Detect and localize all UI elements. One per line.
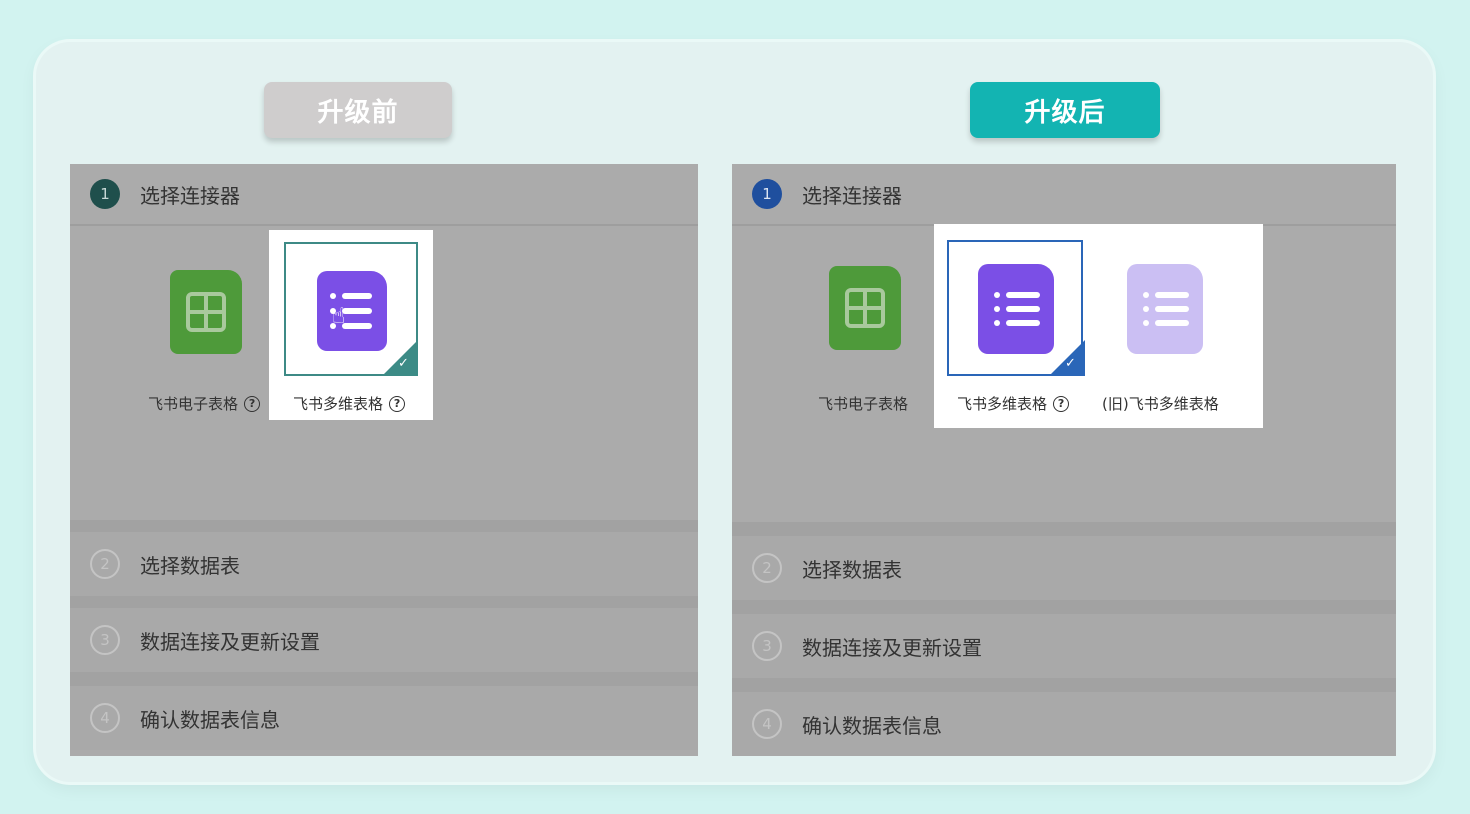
connector-name: 飞书多维表格	[957, 395, 1048, 413]
step-1-header[interactable]: 1 选择连接器	[732, 164, 1396, 226]
step-title: 选择数据表	[802, 557, 902, 582]
before-badge: 升级前	[264, 82, 452, 138]
step-number: 2	[752, 553, 782, 583]
help-icon[interactable]: ?	[1053, 395, 1070, 412]
connector-label: 飞书多维表格 ?	[957, 393, 1070, 414]
help-icon[interactable]: ?	[244, 395, 261, 412]
check-icon: ✓	[1065, 356, 1076, 371]
step-4-row[interactable]: 4 确认数据表信息	[70, 686, 698, 750]
connector-label: 飞书电子表格 ?	[148, 393, 261, 414]
step-3-row[interactable]: 3 数据连接及更新设置	[70, 608, 698, 672]
step-2-row[interactable]: 2 选择数据表	[732, 536, 1396, 600]
grid-icon	[845, 288, 885, 328]
multidimensional-table-icon	[978, 264, 1054, 354]
connector-name: 飞书多维表格	[293, 395, 384, 413]
help-icon[interactable]: ?	[389, 395, 406, 412]
spreadsheet-icon[interactable]	[170, 270, 242, 354]
hand-cursor-icon: ☝	[332, 304, 346, 329]
spreadsheet-icon[interactable]	[829, 266, 901, 350]
before-panel: 1 选择连接器 飞书电子表格 ? ☝ ✓ 飞书多维表格 ? 2 选择数据表 3 …	[70, 164, 698, 756]
connector-name: 飞书电子表格	[148, 395, 239, 413]
step-number: 4	[752, 709, 782, 739]
step-number: 3	[752, 631, 782, 661]
step-title: 选择连接器	[802, 183, 902, 208]
grid-icon	[186, 292, 226, 332]
step-title: 数据连接及更新设置	[802, 635, 982, 660]
step-3-row[interactable]: 3 数据连接及更新设置	[732, 614, 1396, 678]
step-2-row[interactable]: 2 选择数据表	[70, 532, 698, 596]
step-title: 选择数据表	[140, 553, 240, 578]
step-4-row[interactable]: 4 确认数据表信息	[732, 692, 1396, 756]
step-number: 1	[90, 179, 120, 209]
step-title: 选择连接器	[140, 183, 240, 208]
connector-name: (旧)飞书多维表格	[1102, 395, 1219, 413]
step-number: 1	[752, 179, 782, 209]
check-icon: ✓	[398, 356, 409, 371]
step-number: 2	[90, 549, 120, 579]
step-number: 4	[90, 703, 120, 733]
after-panel: 1 选择连接器 飞书电子表格 ✓ 飞书多维表格 ? (旧)飞书多维表格 2 选择…	[732, 164, 1396, 756]
step-title: 确认数据表信息	[802, 713, 942, 738]
step-1-header[interactable]: 1 选择连接器	[70, 164, 698, 226]
connector-label: 飞书多维表格 ?	[293, 393, 406, 414]
legacy-multidimensional-table-icon[interactable]	[1127, 264, 1203, 354]
step-title: 数据连接及更新设置	[140, 629, 320, 654]
after-badge: 升级后	[970, 82, 1160, 138]
connector-label: (旧)飞书多维表格	[1102, 393, 1219, 414]
connector-label: 飞书电子表格	[818, 393, 908, 414]
step-title: 确认数据表信息	[140, 707, 280, 732]
connector-name: 飞书电子表格	[818, 395, 909, 413]
multidimensional-table-icon	[317, 271, 387, 351]
step-number: 3	[90, 625, 120, 655]
